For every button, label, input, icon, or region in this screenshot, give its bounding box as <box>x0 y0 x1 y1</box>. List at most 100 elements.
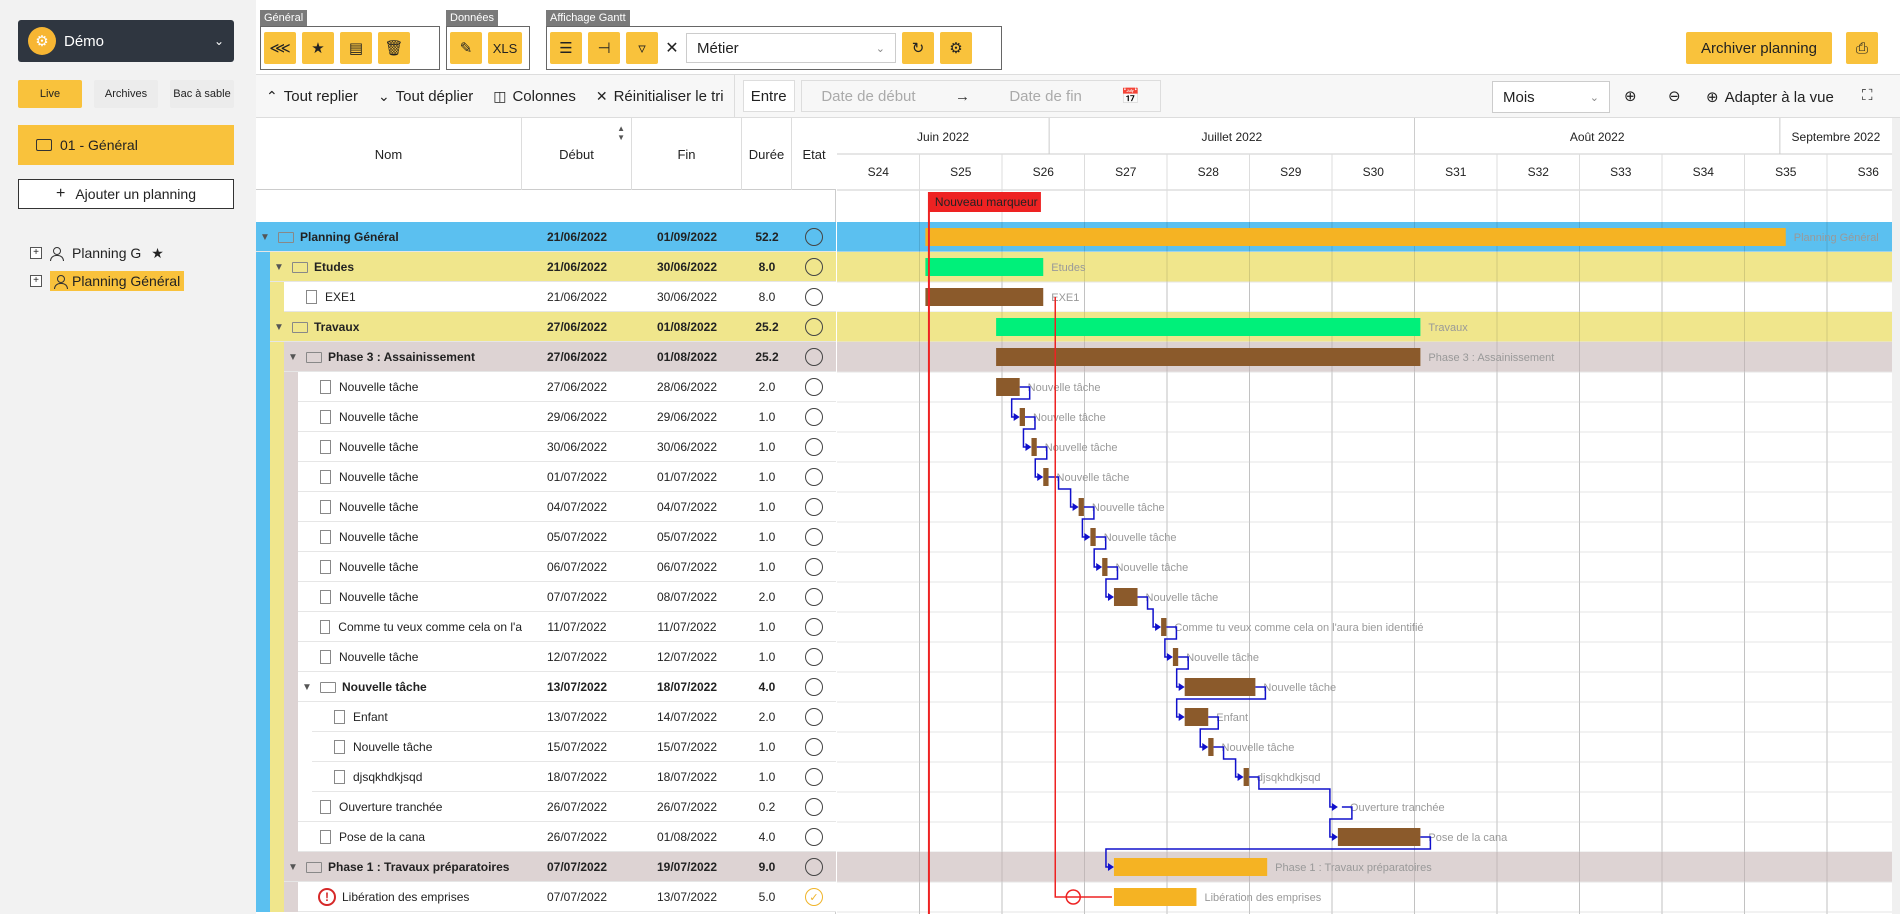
tree-item-planning-general[interactable]: + Planning Général <box>30 270 185 292</box>
state-circle-icon[interactable] <box>805 408 823 426</box>
state-circle-icon[interactable] <box>805 258 823 276</box>
refresh-button[interactable]: ↻ <box>902 32 934 64</box>
state-circle-icon[interactable] <box>805 738 823 756</box>
cell-state[interactable] <box>792 612 836 642</box>
state-circle-icon[interactable] <box>805 288 823 306</box>
cell-state[interactable] <box>792 252 836 282</box>
state-circle-icon[interactable] <box>805 228 823 246</box>
table-row[interactable]: ! Libération des emprises 07/07/2022 13/07/… <box>256 882 836 912</box>
cell-state[interactable] <box>792 792 836 822</box>
table-row[interactable]: Nouvelle tâche 29/06/2022 29/06/2022 1.0 <box>256 402 836 432</box>
table-row[interactable]: Enfant 13/07/2022 14/07/2022 2.0 <box>256 702 836 732</box>
cell-state[interactable] <box>792 312 836 342</box>
table-row[interactable]: ▼ Planning Général 21/06/2022 01/09/2022 52.… <box>256 222 836 252</box>
cell-state[interactable] <box>792 582 836 612</box>
settings-sliders-button[interactable]: ☰ <box>550 32 582 64</box>
clear-filter-icon[interactable]: ✕ <box>664 38 680 58</box>
cell-state[interactable] <box>792 342 836 372</box>
state-circle-icon[interactable] <box>805 678 823 696</box>
column-header-name[interactable]: Nom <box>256 118 522 190</box>
state-circle-icon[interactable] <box>805 498 823 516</box>
table-row[interactable]: Nouvelle tâche 06/07/2022 06/07/2022 1.0 <box>256 552 836 582</box>
state-circle-icon[interactable] <box>805 648 823 666</box>
state-circle-icon[interactable] <box>805 378 823 396</box>
state-circle-icon[interactable] <box>805 318 823 336</box>
state-circle-icon[interactable] <box>805 858 823 876</box>
table-row[interactable]: ▼ Travaux 27/06/2022 01/08/2022 25.2 <box>256 312 836 342</box>
cell-state[interactable]: ✓ <box>792 882 836 912</box>
collapse-toggle-icon[interactable]: ▼ <box>300 682 314 693</box>
favorite-button[interactable]: ★ <box>302 32 334 64</box>
filter-button[interactable]: ▿ <box>626 32 658 64</box>
state-circle-icon[interactable] <box>805 708 823 726</box>
mode-tab-live[interactable]: Live <box>18 80 82 108</box>
cell-state[interactable] <box>792 432 836 462</box>
table-row[interactable]: Nouvelle tâche 05/07/2022 05/07/2022 1.0 <box>256 522 836 552</box>
table-row[interactable]: Nouvelle tâche 30/06/2022 30/06/2022 1.0 <box>256 432 836 462</box>
cell-state[interactable] <box>792 672 836 702</box>
table-row[interactable]: EXE1 21/06/2022 30/06/2022 8.0 <box>256 282 836 312</box>
columns-button[interactable]: ◫ Colonnes <box>483 81 586 111</box>
state-circle-icon[interactable] <box>805 798 823 816</box>
state-circle-icon[interactable] <box>805 828 823 846</box>
xls-export-button[interactable]: XLS <box>488 32 522 64</box>
gantt-chart[interactable]: Juin 2022 Juillet 2022 Août 2022 Septembre … <box>837 118 1900 914</box>
delete-button[interactable]: 🗑 <box>378 32 410 64</box>
table-row[interactable]: Comme tu veux comme cela on l'a 11/07/202… <box>256 612 836 642</box>
cell-state[interactable] <box>792 522 836 552</box>
scale-select[interactable]: Mois ⌄ <box>1492 81 1610 113</box>
state-circle-icon[interactable] <box>805 528 823 546</box>
table-row[interactable]: ▼ Phase 1 : Travaux préparatoires 07/07/20… <box>256 852 836 882</box>
table-row[interactable]: Nouvelle tâche 15/07/2022 15/07/2022 1.0 <box>256 732 836 762</box>
mode-tab-sandbox[interactable]: Bac à sable <box>170 80 234 108</box>
cell-state[interactable] <box>792 822 836 852</box>
check-circle-icon[interactable]: ✓ <box>805 888 823 906</box>
print-button[interactable]: ⎙ <box>1846 32 1878 64</box>
cell-state[interactable] <box>792 642 836 672</box>
table-row[interactable]: ▼ Etudes 21/06/2022 30/06/2022 8.0 <box>256 252 836 282</box>
collapse-toggle-icon[interactable]: ▼ <box>286 352 300 363</box>
cell-state[interactable] <box>792 402 836 432</box>
zoom-out-icon[interactable]: ⊖ <box>1668 87 1681 105</box>
table-row[interactable]: Pose de la cana 26/07/2022 01/08/2022 4.0 <box>256 822 836 852</box>
expand-icon[interactable]: + <box>30 247 42 259</box>
cell-state[interactable] <box>792 462 836 492</box>
hierarchy-button[interactable]: ⊣ <box>588 32 620 64</box>
column-header-state[interactable]: Etat <box>792 118 836 190</box>
collapse-all-button[interactable]: ⌃ Tout replier <box>256 81 368 111</box>
cell-state[interactable] <box>792 222 836 252</box>
table-row[interactable]: ▼ Nouvelle tâche 13/07/2022 18/07/2022 4.0 <box>256 672 836 702</box>
state-circle-icon[interactable] <box>805 588 823 606</box>
organization-selector[interactable]: ⚙ Démo ⌄ <box>18 20 234 62</box>
cell-state[interactable] <box>792 492 836 522</box>
table-row[interactable]: Nouvelle tâche 12/07/2022 12/07/2022 1.0 <box>256 642 836 672</box>
table-row[interactable]: Nouvelle tâche 01/07/2022 01/07/2022 1.0 <box>256 462 836 492</box>
folder-item[interactable]: 01 - Général <box>18 125 234 165</box>
expand-all-button[interactable]: ⌄ Tout déplier <box>368 81 483 111</box>
gantt-settings-button[interactable]: ⚙ <box>940 32 972 64</box>
collapse-toggle-icon[interactable]: ▼ <box>258 232 272 243</box>
state-circle-icon[interactable] <box>805 618 823 636</box>
add-planning-button[interactable]: + Ajouter un planning <box>18 179 234 209</box>
mode-tab-archives[interactable]: Archives <box>94 80 158 108</box>
date-range-mode[interactable]: Entre <box>742 80 795 112</box>
calendar-icon[interactable]: 📅 <box>1121 87 1140 105</box>
collapse-toggle-icon[interactable]: ▼ <box>272 262 286 273</box>
rename-button[interactable]: ▤ <box>340 32 372 64</box>
share-button[interactable]: ⋘ <box>264 32 296 64</box>
table-row[interactable]: ▼ Phase 3 : Assainissement 27/06/2022 01/08… <box>256 342 836 372</box>
column-header-start[interactable]: Début ▲ ▼ <box>522 118 632 190</box>
collapse-toggle-icon[interactable]: ▼ <box>286 862 300 873</box>
state-circle-icon[interactable] <box>805 438 823 456</box>
table-row[interactable]: Ouverture tranchée 26/07/2022 26/07/2022 0.… <box>256 792 836 822</box>
cell-state[interactable] <box>792 552 836 582</box>
cell-state[interactable] <box>792 762 836 792</box>
state-circle-icon[interactable] <box>805 768 823 786</box>
table-row[interactable]: Nouvelle tâche 07/07/2022 08/07/2022 2.0 <box>256 582 836 612</box>
expand-icon[interactable]: + <box>30 275 42 287</box>
table-row[interactable]: djsqkhdkjsqd 18/07/2022 18/07/2022 1.0 <box>256 762 836 792</box>
cell-state[interactable] <box>792 702 836 732</box>
cell-state[interactable] <box>792 372 836 402</box>
column-header-end[interactable]: Fin <box>632 118 742 190</box>
fullscreen-icon[interactable]: ⛶ <box>1862 87 1873 104</box>
